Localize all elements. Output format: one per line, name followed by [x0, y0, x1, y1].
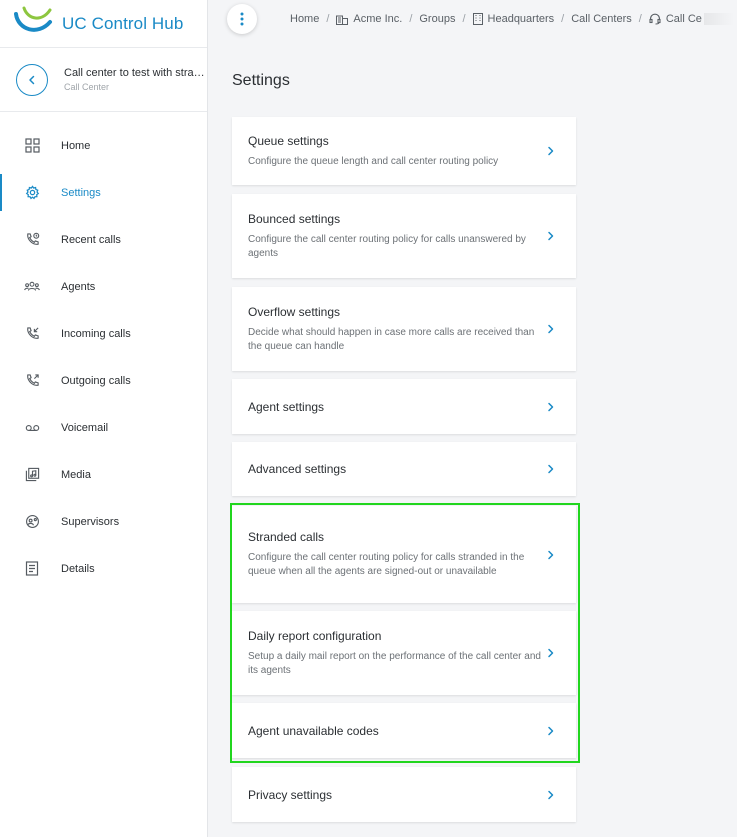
sidebar-item-voicemail[interactable]: Voicemail	[0, 404, 207, 451]
logo-icon	[14, 6, 52, 32]
context-title: Call center to test with stranded calls	[64, 67, 206, 79]
back-button[interactable]	[16, 63, 48, 96]
card-title: Stranded calls	[248, 530, 325, 544]
card-description: Setup a daily mail report on the perform…	[248, 650, 541, 676]
card-agent-unavailable-codes[interactable]: Agent unavailable codes	[232, 703, 576, 758]
breadcrumb-call-centers[interactable]: Call Centers	[571, 13, 632, 25]
sidebar-item-label: Details	[61, 562, 95, 575]
card-title: Daily report configuration	[248, 628, 382, 643]
sidebar: UC Control Hub Call center to test with …	[0, 0, 208, 837]
context-subtitle: Call Center	[64, 82, 110, 92]
breadcrumb-current[interactable]: Call Ce	[649, 13, 702, 25]
sidebar-item-incoming-calls[interactable]: Incoming calls	[0, 310, 207, 357]
card-title: Agent settings	[248, 399, 325, 414]
card-description: Decide what should happen in case more c…	[248, 326, 535, 352]
card-stranded-calls[interactable]: Stranded calls Configure the call center…	[232, 506, 576, 603]
sidebar-item-label: Settings	[61, 186, 101, 199]
building-icon	[336, 15, 349, 25]
sidebar-item-label: Supervisors	[61, 515, 120, 528]
card-privacy-settings[interactable]: Privacy settings	[232, 767, 576, 822]
sidebar-item-outgoing-calls[interactable]: Outgoing calls	[0, 357, 207, 404]
card-advanced-settings[interactable]: Advanced settings	[232, 442, 576, 496]
sidebar-item-home[interactable]: Home	[0, 122, 207, 169]
sidebar-item-settings[interactable]: Settings	[0, 169, 207, 216]
document-icon	[24, 561, 40, 577]
card-title: Bounced settings	[248, 211, 341, 226]
chevron-right-icon	[548, 726, 554, 735]
card-description: Configure the call center routing policy…	[248, 552, 525, 577]
topbar: Home / Acme Inc. / Groups / Headquarters…	[208, 0, 737, 38]
phone-clock-icon	[24, 232, 40, 248]
card-title: Queue settings	[248, 133, 329, 148]
phone-outgoing-icon	[24, 373, 40, 389]
phone-incoming-icon	[24, 326, 40, 342]
breadcrumb-group[interactable]: Headquarters	[472, 13, 554, 25]
chevron-right-icon	[548, 790, 554, 799]
sidebar-item-label: Incoming calls	[61, 327, 131, 340]
card-bounced-settings[interactable]: Bounced settings Configure the call cent…	[232, 194, 576, 278]
voicemail-icon	[24, 420, 40, 436]
chevron-right-icon	[548, 464, 554, 474]
people-icon	[24, 279, 40, 295]
chevron-right-icon	[548, 648, 554, 658]
office-icon	[472, 13, 483, 25]
card-title: Agent unavailable codes	[248, 723, 379, 738]
chevron-right-icon	[548, 324, 554, 334]
chevron-right-icon	[548, 231, 554, 241]
sidebar-item-label: Recent calls	[61, 233, 121, 246]
chevron-left-icon	[29, 75, 35, 84]
chevron-right-icon	[548, 146, 554, 156]
sidebar-item-supervisors[interactable]: Supervisors	[0, 498, 207, 545]
sidebar-item-label: Media	[61, 468, 91, 481]
breadcrumb-groups[interactable]: Groups	[419, 13, 455, 25]
sidebar-item-label: Outgoing calls	[61, 374, 131, 387]
supervisor-icon	[24, 514, 40, 530]
app-title: UC Control Hub	[62, 13, 184, 33]
card-title: Overflow settings	[248, 304, 341, 319]
context-header: Call center to test with stranded calls …	[0, 48, 207, 112]
card-queue-settings[interactable]: Queue settings Configure the queue lengt…	[232, 117, 576, 185]
more-options-button[interactable]	[227, 4, 257, 34]
breadcrumb-home[interactable]: Home	[290, 13, 319, 25]
page-title: Settings	[232, 72, 290, 89]
media-icon	[24, 467, 40, 483]
sidebar-nav: Home Settings Recent calls Agents Incomi…	[0, 122, 207, 592]
sidebar-item-label: Voicemail	[61, 421, 109, 434]
card-agent-settings[interactable]: Agent settings	[232, 379, 576, 434]
kebab-icon	[240, 12, 244, 26]
breadcrumb-enterprise[interactable]: Acme Inc.	[336, 13, 402, 25]
sidebar-item-label: Agents	[61, 280, 96, 293]
card-title: Privacy settings	[248, 787, 333, 802]
logo-row: UC Control Hub	[0, 0, 207, 48]
sidebar-item-details[interactable]: Details	[0, 545, 207, 592]
card-title: Advanced settings	[248, 462, 347, 476]
sidebar-item-label: Home	[61, 139, 91, 152]
sidebar-item-media[interactable]: Media	[0, 451, 207, 498]
card-description: Configure the queue length and call cent…	[248, 155, 499, 167]
card-daily-report-configuration[interactable]: Daily report configuration Setup a daily…	[232, 611, 576, 695]
headset-icon	[649, 13, 661, 25]
sidebar-item-agents[interactable]: Agents	[0, 263, 207, 310]
gear-icon	[24, 185, 40, 201]
chevron-right-icon	[548, 550, 554, 559]
card-description: Configure the call center routing policy…	[248, 233, 526, 259]
grid-icon	[24, 138, 40, 154]
breadcrumb: Home / Acme Inc. / Groups / Headquarters…	[290, 13, 734, 25]
chevron-right-icon	[548, 402, 554, 411]
card-overflow-settings[interactable]: Overflow settings Decide what should hap…	[232, 287, 576, 371]
sidebar-item-recent-calls[interactable]: Recent calls	[0, 216, 207, 263]
